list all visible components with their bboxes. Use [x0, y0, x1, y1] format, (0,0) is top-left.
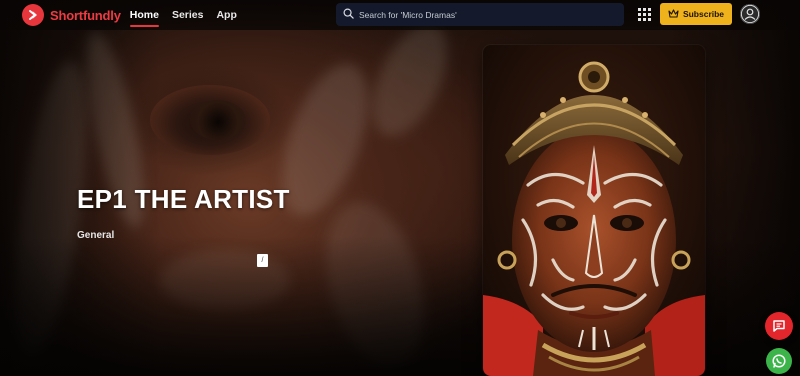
nav-item-app[interactable]: App: [216, 7, 236, 23]
brand-logo[interactable]: Shortfundly: [22, 4, 121, 26]
user-avatar-button[interactable]: [740, 4, 760, 24]
apps-grid-button[interactable]: [638, 8, 651, 21]
whatsapp-button[interactable]: [766, 348, 792, 374]
nav-item-series[interactable]: Series: [172, 7, 204, 23]
subscribe-label: Subscribe: [682, 9, 725, 19]
nav-item-home[interactable]: Home: [129, 7, 160, 27]
search-icon: [343, 6, 354, 24]
episode-poster[interactable]: [483, 45, 705, 376]
chat-button[interactable]: [765, 312, 793, 340]
main-nav: Home Series App: [129, 7, 250, 27]
whatsapp-icon: [772, 354, 786, 368]
grid-icon: [638, 8, 651, 21]
hero-mini-button[interactable]: /: [257, 254, 268, 267]
user-icon: [740, 4, 760, 24]
top-navigation-bar: Shortfundly Home Series App Search for '…: [0, 0, 800, 30]
subscribe-button[interactable]: Subscribe: [660, 3, 732, 25]
chat-icon: [773, 320, 785, 332]
search-bar[interactable]: [336, 3, 624, 26]
app-root: Shortfundly Home Series App Search for '…: [0, 0, 800, 376]
crown-icon: [668, 8, 679, 20]
brand-name: Shortfundly: [50, 7, 121, 23]
play-logo-icon: [22, 4, 44, 26]
poster-artwork: [483, 45, 705, 376]
episode-title: EP1 THE ARTIST: [77, 184, 290, 214]
genre-label: General: [77, 230, 115, 241]
search-input[interactable]: [359, 9, 609, 20]
